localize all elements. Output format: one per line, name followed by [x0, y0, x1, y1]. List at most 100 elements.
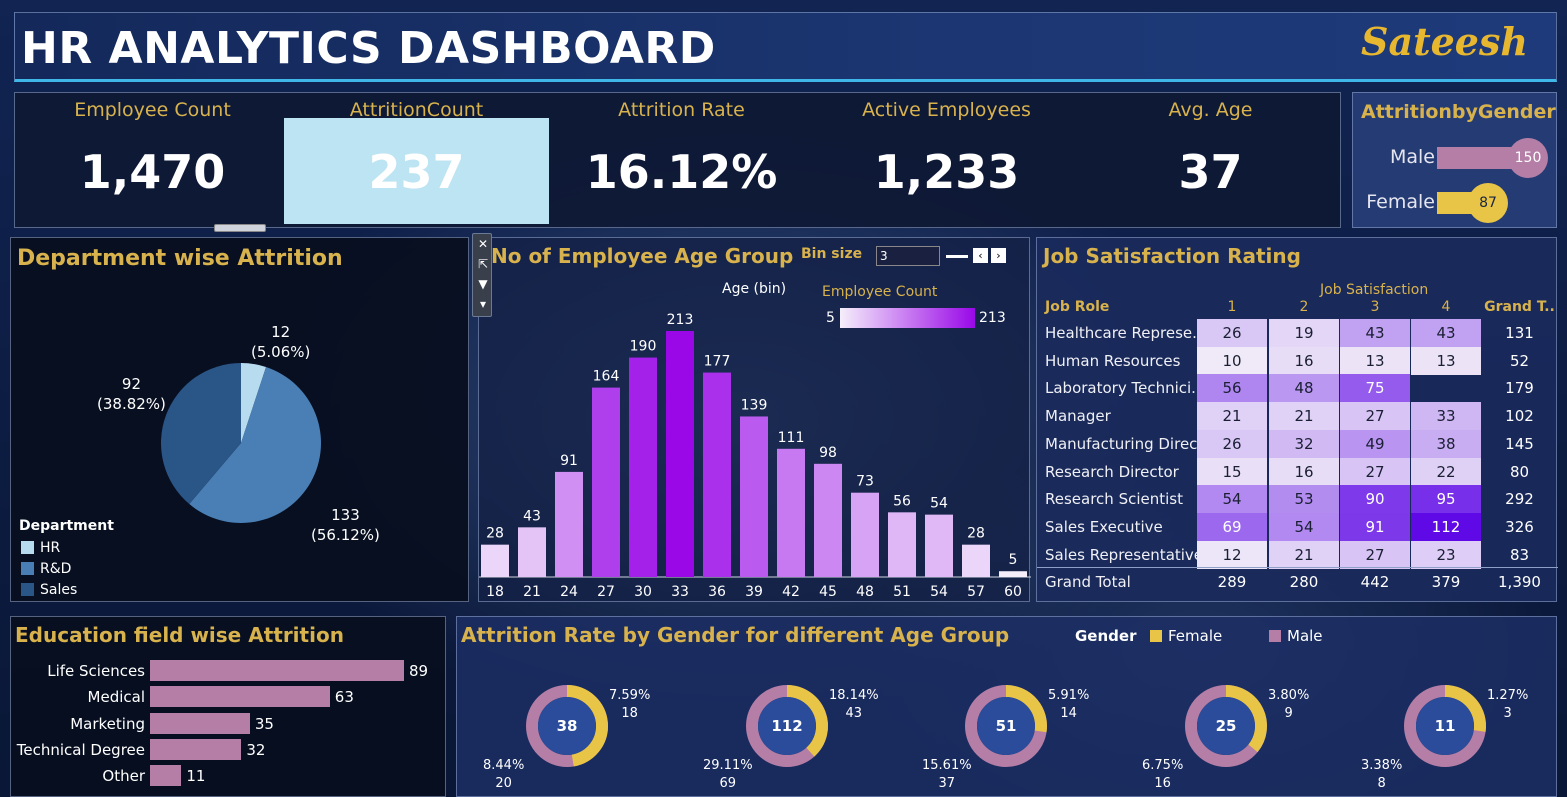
histogram-bar[interactable] [703, 372, 731, 577]
histogram-bar[interactable] [777, 448, 805, 577]
more-options-icon[interactable]: ▾ [473, 294, 493, 314]
job-role-label[interactable]: Healthcare Represe.. [1045, 319, 1202, 347]
heatmap-cell[interactable]: 112 [1411, 512, 1481, 541]
heatmap-cell[interactable]: 56 [1197, 374, 1267, 403]
legend-item-hr[interactable]: HR [21, 540, 60, 556]
job-role-label[interactable]: Sales Executive [1045, 513, 1163, 541]
heatmap-cell[interactable]: 21 [1197, 402, 1267, 431]
education-bar[interactable] [150, 738, 242, 760]
education-bar-row[interactable]: Technical Degree 32 [11, 738, 447, 761]
close-icon[interactable]: ✕ [473, 234, 493, 254]
kpi-employee-count[interactable]: Employee Count 1,470 [20, 93, 285, 229]
column-header[interactable]: 3 [1340, 297, 1410, 317]
heatmap-cell[interactable]: 13 [1340, 346, 1410, 375]
heatmap-cell[interactable]: 38 [1411, 429, 1481, 458]
job-role-label[interactable]: Manufacturing Direc.. [1045, 430, 1207, 458]
row-grand-total: 102 [1505, 407, 1534, 426]
bar-value-label: 139 [741, 397, 768, 413]
heatmap-cell[interactable]: 75 [1340, 374, 1410, 403]
heatmap-cell[interactable]: 21 [1269, 402, 1339, 431]
open-external-icon[interactable]: ⇱ [473, 254, 493, 274]
legend-item-sales[interactable]: Sales [21, 582, 77, 598]
histogram-bar[interactable] [962, 544, 990, 577]
heatmap-cell[interactable]: 16 [1269, 346, 1339, 375]
education-bar-row[interactable]: Other 11 [11, 765, 447, 787]
education-bar-row[interactable]: Life Sciences 89 [11, 660, 447, 682]
job-role-label[interactable]: Sales Representative [1045, 541, 1203, 569]
column-header[interactable]: 2 [1269, 297, 1339, 317]
heatmap-cell[interactable]: 21 [1269, 540, 1339, 569]
histogram-bar[interactable] [666, 331, 694, 577]
x-tick-label: 45 [819, 584, 837, 600]
education-bar[interactable] [150, 660, 404, 681]
kpi-attrition-rate[interactable]: Attrition Rate 16.12% [549, 93, 814, 229]
histogram-bar[interactable] [925, 514, 953, 577]
gender-row-female[interactable]: Female 87 [1353, 183, 1558, 223]
histogram-bar[interactable] [814, 463, 842, 577]
age-histogram[interactable]: 28 18 43 21 91 24 164 27 190 30 213 33 177 36 139 39 111… [479, 238, 1031, 603]
heatmap-cell[interactable]: 91 [1340, 512, 1410, 541]
heatmap-cell[interactable]: 53 [1269, 485, 1339, 514]
histogram-bar[interactable] [740, 416, 768, 577]
education-bar-row[interactable]: Marketing 35 [11, 712, 447, 735]
kpi-active-employees[interactable]: Active Employees 1,233 [814, 93, 1079, 229]
column-header[interactable]: 1 [1197, 297, 1267, 317]
histogram-bar[interactable] [629, 357, 657, 577]
filter-icon[interactable]: ▼ [473, 274, 493, 294]
heatmap-cell[interactable]: 23 [1411, 540, 1481, 569]
kpi-attrition-count[interactable]: AttritionCount 237 [284, 93, 549, 229]
job-role-label[interactable]: Manager [1045, 402, 1111, 430]
heatmap-cell[interactable]: 32 [1269, 429, 1339, 458]
resize-handle[interactable] [214, 224, 266, 232]
department-pie-chart[interactable] [11, 238, 470, 603]
heatmap-cell[interactable]: 49 [1340, 429, 1410, 458]
histogram-bar[interactable] [518, 527, 546, 577]
row-grand-total: 80 [1509, 462, 1530, 481]
heatmap-cell[interactable]: 43 [1411, 319, 1481, 347]
education-bar[interactable] [150, 686, 330, 708]
heatmap-cell[interactable]: 33 [1411, 402, 1481, 431]
heatmap-cell[interactable]: 19 [1269, 319, 1339, 347]
job-role-label[interactable]: Research Scientist [1045, 485, 1183, 513]
heatmap-cell[interactable]: 27 [1340, 540, 1410, 569]
heatmap-cell[interactable]: 22 [1411, 457, 1481, 486]
heatmap-cell[interactable]: 26 [1197, 429, 1267, 458]
heatmap-cell[interactable]: 54 [1269, 512, 1339, 541]
histogram-bar[interactable] [888, 512, 916, 577]
heatmap-cell[interactable]: 10 [1197, 346, 1267, 375]
histogram-bar[interactable] [999, 571, 1027, 577]
education-bar[interactable] [150, 765, 182, 787]
heatmap-cell[interactable] [1411, 374, 1481, 402]
heatmap-cell[interactable]: 12 [1197, 540, 1267, 569]
histogram-bar[interactable] [851, 492, 879, 577]
kpi-label: Active Employees [862, 99, 1031, 121]
heatmap-cell[interactable]: 15 [1197, 457, 1267, 486]
heatmap-cell[interactable]: 48 [1269, 374, 1339, 403]
histogram-bar[interactable] [592, 387, 620, 577]
kpi-avg-age[interactable]: Avg. Age 37 [1078, 93, 1343, 229]
heatmap-cell[interactable]: 54 [1197, 485, 1267, 514]
column-header[interactable]: Grand T.. [1481, 297, 1558, 317]
gender-row-male[interactable]: Male 150 [1353, 138, 1558, 178]
heatmap-cell[interactable]: 27 [1340, 402, 1410, 431]
job-role-label[interactable]: Human Resources [1045, 347, 1180, 375]
legend-item-rd[interactable]: R&D [21, 561, 71, 577]
heatmap-cell[interactable]: 13 [1411, 346, 1481, 375]
job-role-label[interactable]: Research Director [1045, 458, 1179, 486]
column-header[interactable]: 4 [1411, 297, 1481, 317]
heatmap-cell[interactable]: 26 [1197, 319, 1267, 347]
column-grand-total: 379 [1431, 573, 1461, 592]
bar-value-label: 54 [930, 496, 948, 512]
histogram-bar[interactable] [481, 544, 509, 577]
heatmap-cell[interactable]: 27 [1340, 457, 1410, 486]
education-bar[interactable] [150, 712, 250, 734]
education-bar-row[interactable]: Medical 63 [11, 686, 447, 708]
histogram-bar[interactable] [555, 471, 583, 577]
job-role-label[interactable]: Laboratory Technici.. [1045, 374, 1201, 402]
heatmap-cell[interactable]: 43 [1340, 319, 1410, 347]
heatmap-cell[interactable]: 90 [1340, 485, 1410, 514]
heatmap-cell[interactable]: 69 [1197, 512, 1267, 541]
heatmap-cell[interactable]: 16 [1269, 457, 1339, 486]
heatmap-cell[interactable]: 95 [1411, 485, 1481, 514]
donut-male-label: 29.11% 69 [703, 758, 753, 791]
